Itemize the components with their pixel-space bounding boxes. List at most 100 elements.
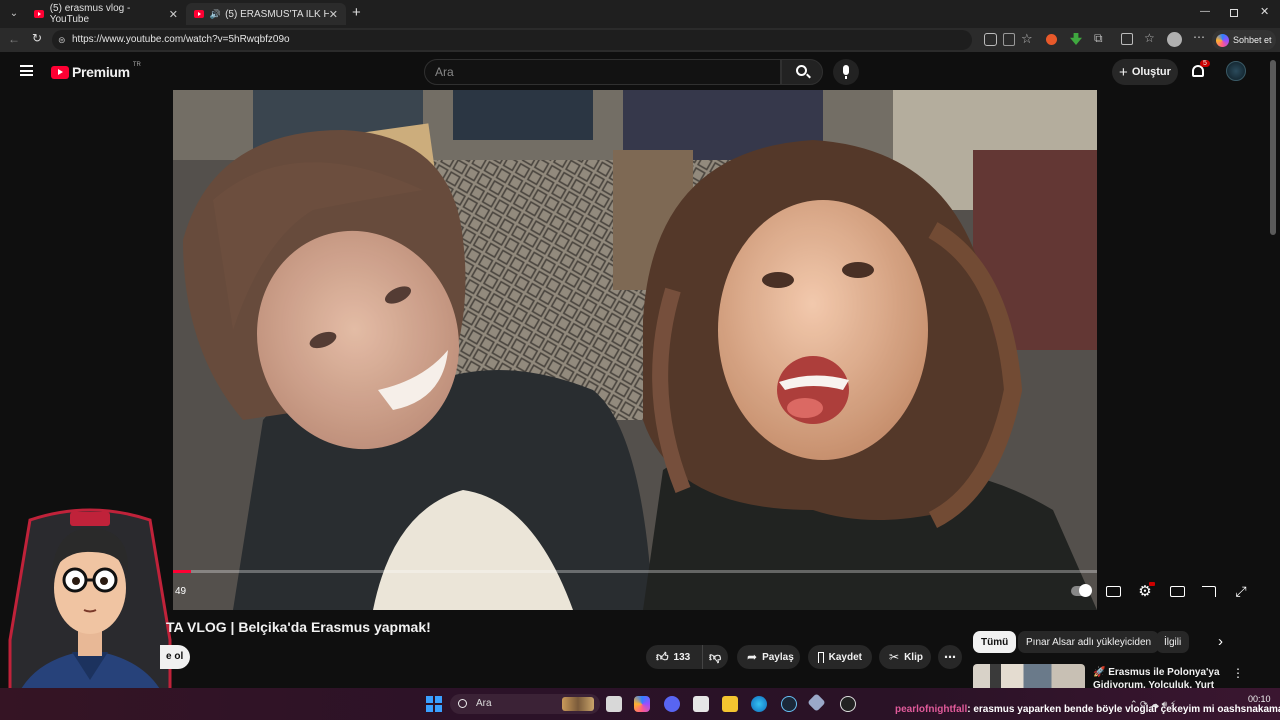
browser-address-bar: ← ↻ ⊜ https://www.youtube.com/watch?v=5h…	[0, 28, 1280, 52]
fullscreen-button[interactable]: ⤢	[1231, 582, 1251, 600]
chat-message-text: : erasmus yaparken bende böyle vloglar ç…	[967, 704, 1280, 715]
translate-icon[interactable]	[984, 33, 997, 46]
cast-button[interactable]	[1199, 582, 1219, 600]
video-player[interactable]	[173, 90, 1097, 610]
recommended-title[interactable]: 🚀 Erasmus ile Polonya'ya Gidiyorum. Yolc…	[1093, 666, 1228, 688]
recommended-more-icon[interactable]: ⋮	[1232, 666, 1244, 680]
youtube-play-logo-icon	[51, 65, 69, 79]
steam-icon[interactable]	[781, 696, 797, 712]
edge-browser-icon[interactable]	[751, 696, 767, 712]
url-field[interactable]: ⊜ https://www.youtube.com/watch?v=5hRwqb…	[52, 30, 972, 50]
close-tab-icon[interactable]: ✕	[329, 8, 338, 21]
dislike-button[interactable]: 👎︎	[702, 645, 728, 669]
video-progress-track[interactable]	[173, 570, 1097, 573]
browser-tab-2-active[interactable]: 🔊 (5) ERASMUS'TA İLK HAFTA V ✕	[186, 3, 346, 25]
taskbar-clock[interactable]: 00:10	[1248, 694, 1271, 704]
browser-tab-1-title: (5) erasmus vlog - YouTube	[49, 3, 131, 25]
clip-label: Klip	[904, 651, 923, 663]
close-tab-icon[interactable]: ✕	[169, 8, 178, 21]
share-button[interactable]: ➦ Paylaş	[737, 645, 800, 669]
game-app-icon[interactable]	[807, 693, 826, 712]
extensions-puzzle-icon[interactable]: ⧉	[1094, 31, 1103, 46]
new-tab-icon[interactable]: +	[352, 4, 361, 21]
more-horizontal-icon: ⋯	[944, 650, 956, 664]
copilot-button[interactable]: Sohbet et	[1212, 30, 1276, 50]
chip-from-uploader[interactable]: Pınar Alsar adlı yükleyiciden	[1018, 631, 1160, 653]
create-button[interactable]: + Oluştur	[1112, 59, 1178, 85]
youtube-logo[interactable]: Premium TR	[51, 62, 141, 80]
settings-button[interactable]: ⚙	[1135, 582, 1155, 600]
speaker-icon[interactable]: 🔊	[210, 9, 221, 20]
search-input[interactable]: Ara	[424, 59, 781, 85]
chip-related[interactable]: İlgili	[1156, 631, 1190, 653]
discord-icon[interactable]	[664, 696, 680, 712]
channel-avatar[interactable]	[1226, 61, 1246, 81]
autoplay-play-icon	[1079, 584, 1092, 597]
browser-tab-1[interactable]: (5) erasmus vlog - YouTube ✕	[26, 3, 186, 25]
subtitles-button[interactable]	[1103, 582, 1123, 600]
youtube-region-code: TR	[132, 62, 141, 68]
chip-all[interactable]: Tümü	[973, 631, 1017, 653]
copilot-label: Sohbet et	[1233, 35, 1272, 45]
streamer-avatar-image	[8, 508, 172, 720]
youtube-logo-text: Premium	[72, 64, 130, 80]
store-icon[interactable]	[693, 696, 709, 712]
more-actions-button[interactable]: ⋯	[938, 645, 962, 669]
chips-next-chevron-icon[interactable]: ›	[1218, 633, 1223, 650]
video-title: TA VLOG | Belçika'da Erasmus yapmak!	[166, 619, 431, 635]
browser-tab-bar: ⌄ (5) erasmus vlog - YouTube ✕ 🔊 (5) ERA…	[0, 0, 1280, 28]
clip-button[interactable]: ✂ Klip	[879, 645, 931, 669]
stream-chat-message: pearlofnightfall: erasmus yaparken bende…	[895, 704, 1280, 715]
rocket-emoji-icon: 🚀	[1093, 667, 1106, 678]
favorite-star-icon[interactable]: ☆	[1021, 31, 1033, 47]
search-highlight-icon	[562, 697, 594, 711]
hamburger-menu-icon[interactable]	[20, 65, 33, 76]
restore-icon[interactable]	[1230, 9, 1238, 17]
tab-list-chevron-icon[interactable]: ⌄	[6, 6, 22, 22]
subscribe-button[interactable]: e ol	[160, 645, 190, 669]
obs-icon[interactable]	[840, 696, 856, 712]
notifications-button[interactable]: 5	[1190, 60, 1210, 81]
taskbar-search-label: Ara	[476, 698, 492, 709]
bookmark-icon	[818, 651, 824, 663]
cast-icon	[1202, 585, 1216, 597]
youtube-favicon-icon	[34, 10, 44, 18]
split-screen-icon[interactable]	[1121, 33, 1133, 45]
browser-menu-icon[interactable]: ⋯	[1193, 30, 1205, 44]
subscribe-label: e ol	[166, 651, 184, 662]
reader-icon[interactable]	[1003, 33, 1015, 46]
back-icon[interactable]: ←	[8, 32, 20, 46]
subtitles-icon	[1105, 585, 1121, 597]
search-button[interactable]	[781, 59, 823, 85]
save-button[interactable]: Kaydet	[808, 645, 872, 669]
copilot-taskbar-icon[interactable]	[634, 696, 650, 712]
miniplayer-button[interactable]	[1167, 582, 1187, 600]
autoplay-toggle[interactable]	[1070, 582, 1092, 600]
file-explorer-icon[interactable]	[722, 696, 738, 712]
recommended-thumbnail[interactable]	[973, 664, 1085, 688]
close-window-icon[interactable]: ✕	[1260, 5, 1269, 18]
task-view-icon[interactable]	[606, 696, 622, 712]
voice-search-button[interactable]	[833, 59, 859, 85]
taskbar-search-icon	[458, 699, 467, 708]
site-info-icon[interactable]: ⊜	[58, 30, 66, 50]
collections-icon[interactable]: ☆	[1144, 31, 1155, 45]
taskbar-search[interactable]: Ara	[450, 694, 600, 714]
share-arrow-icon: ➦	[747, 650, 758, 664]
page-scrollbar[interactable]	[1270, 60, 1276, 235]
notification-count-badge: 5	[1200, 60, 1210, 67]
windows-start-icon[interactable]	[426, 696, 442, 712]
plus-icon: +	[1119, 63, 1128, 81]
miniplayer-icon	[1169, 585, 1185, 597]
like-count: 133	[673, 651, 691, 663]
video-frame-image	[173, 90, 1097, 610]
extension-green-icon[interactable]	[1070, 33, 1082, 45]
profile-avatar[interactable]	[1167, 32, 1182, 47]
thumbs-up-icon: 👍︎	[656, 649, 669, 664]
chat-username: pearlofnightfall	[895, 704, 968, 715]
recommended-title-line1: Erasmus ile Polonya'ya	[1108, 667, 1220, 678]
like-button[interactable]: 👍︎ 133	[646, 645, 702, 669]
extension-orange-icon[interactable]	[1046, 34, 1057, 45]
minimize-icon[interactable]: —	[1200, 6, 1210, 17]
reload-icon[interactable]: ↻	[32, 31, 42, 45]
